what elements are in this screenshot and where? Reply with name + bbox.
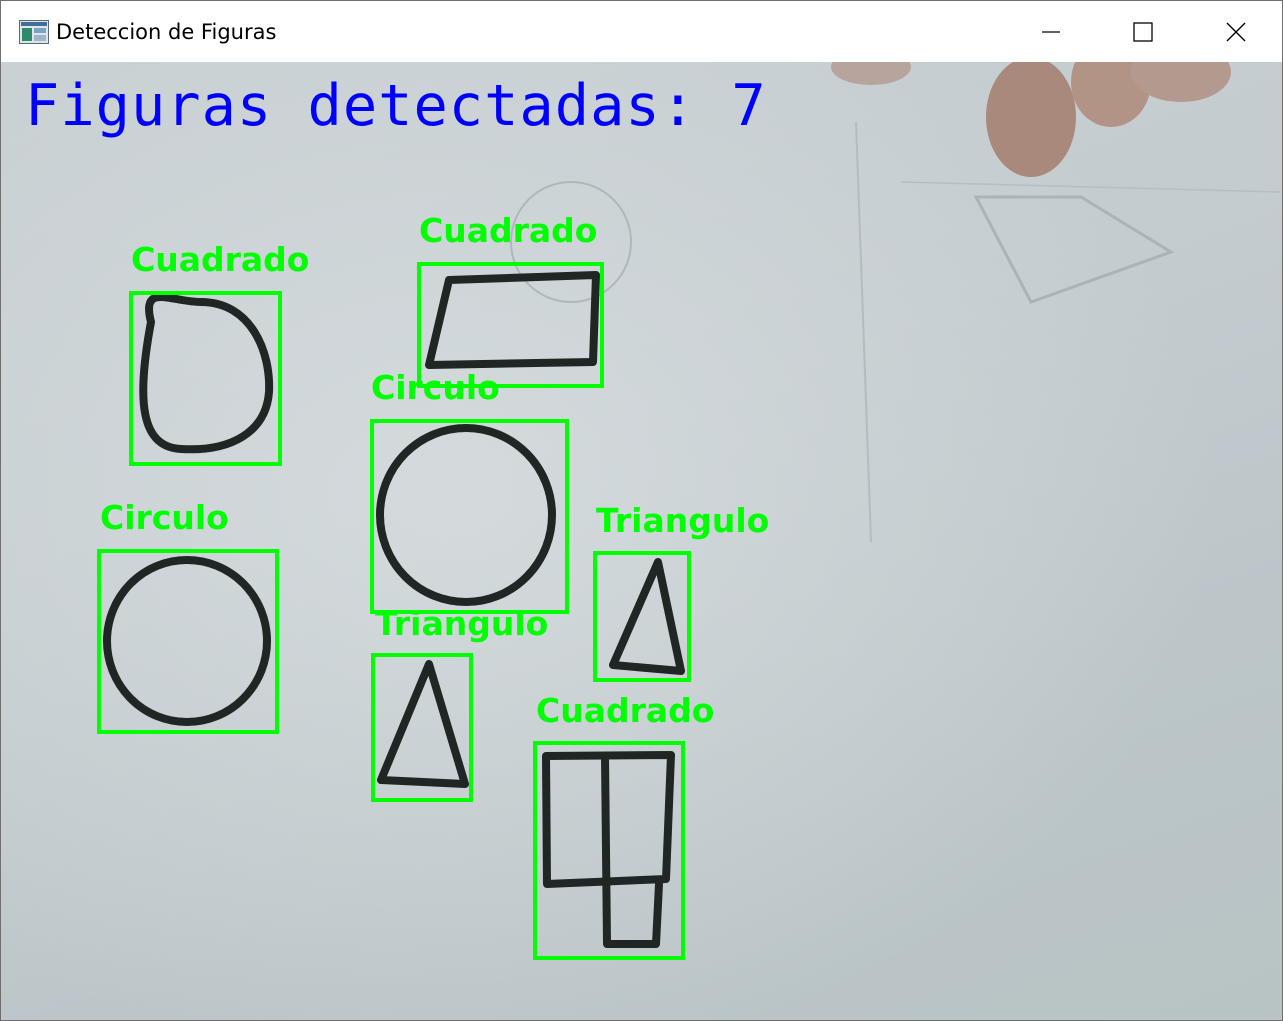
app-window-icon	[19, 20, 49, 44]
detection-box	[97, 549, 279, 734]
window-title: Deteccion de Figuras	[56, 20, 277, 44]
maximize-button[interactable]	[1097, 1, 1189, 62]
close-button[interactable]	[1190, 1, 1282, 62]
detection-label: Cuadrado	[131, 240, 310, 279]
detection-box	[593, 551, 691, 682]
detection-label: Triangulo	[596, 501, 770, 540]
detection-box	[533, 741, 685, 960]
maximize-icon	[1133, 21, 1153, 42]
detection-label: Circulo	[371, 368, 500, 407]
close-icon	[1226, 22, 1246, 41]
detection-box	[371, 653, 473, 802]
detection-label: Circulo	[100, 498, 229, 537]
detection-label: Cuadrado	[419, 211, 598, 250]
shape-count-text: Figuras detectadas: 7	[25, 73, 767, 139]
detection-label: Cuadrado	[536, 691, 715, 730]
camera-view: Figuras detectadas: 7 Cuadrado Cuadrado …	[1, 62, 1282, 1020]
detection-box	[370, 419, 569, 614]
detection-label: Triangulo	[375, 604, 549, 643]
minimize-button[interactable]	[1005, 1, 1097, 62]
minimize-icon	[1042, 30, 1060, 33]
title-bar[interactable]: Deteccion de Figuras	[1, 1, 1282, 62]
detection-box	[129, 291, 282, 466]
app-window: Deteccion de Figuras Figuras detectadas:…	[0, 0, 1283, 1021]
